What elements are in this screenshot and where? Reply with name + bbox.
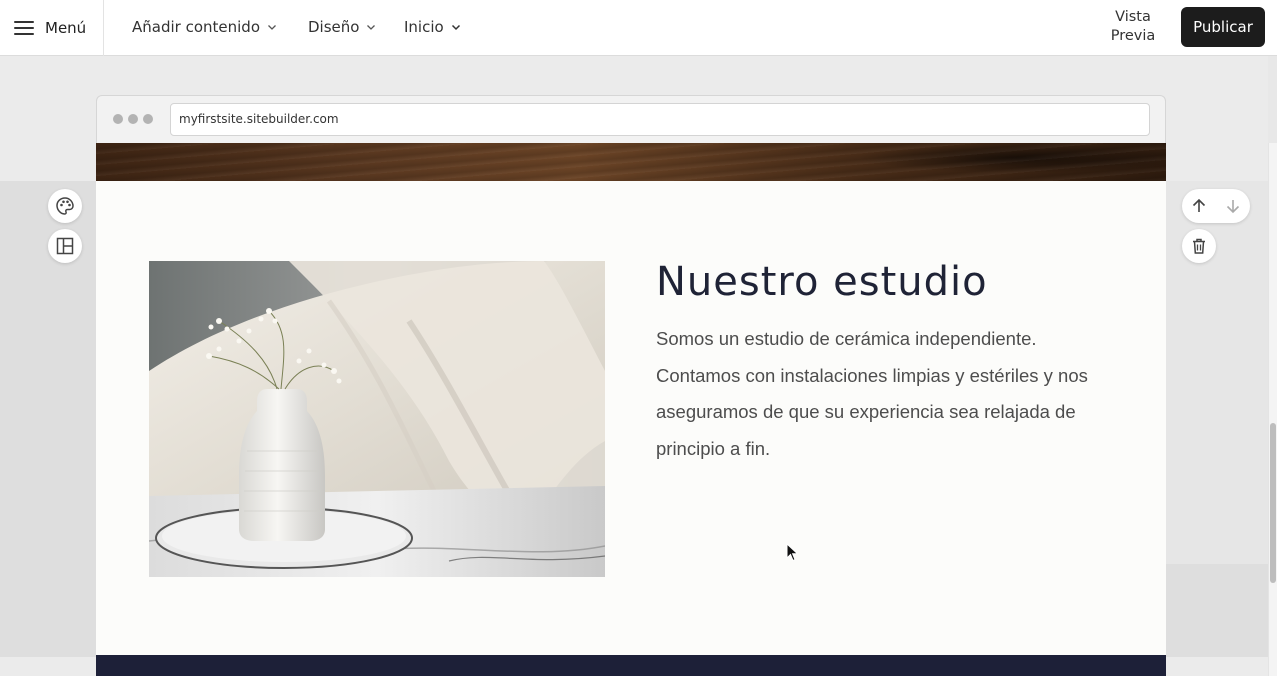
- preview-label-line2: Previa: [1110, 28, 1156, 44]
- move-down-button[interactable]: [1216, 189, 1250, 223]
- editor-toolbar: Menú Añadir contenido Diseño Inicio Vist…: [0, 0, 1277, 56]
- menu-label: Menú: [45, 18, 87, 37]
- add-content-dropdown[interactable]: Añadir contenido: [132, 18, 278, 36]
- mouse-cursor-icon: [786, 543, 799, 562]
- move-up-button[interactable]: [1182, 189, 1216, 223]
- scrollbar-thumb[interactable]: [1270, 423, 1276, 583]
- menu-button[interactable]: Menú: [0, 0, 104, 56]
- preview-button[interactable]: Vista Previa: [1098, 8, 1168, 46]
- studio-photo[interactable]: [149, 261, 605, 577]
- move-section-controls: [1182, 189, 1250, 223]
- chevron-down-icon: [367, 25, 376, 30]
- browser-frame: myfirstsite.sitebuilder.com: [96, 95, 1166, 143]
- vase-image: [149, 261, 605, 577]
- section-layout-button[interactable]: [48, 229, 82, 263]
- page-dropdown[interactable]: Inicio: [404, 18, 462, 36]
- trash-icon: [1193, 238, 1205, 254]
- page-label: Inicio: [404, 18, 444, 36]
- chevron-down-icon: [268, 25, 276, 30]
- arrow-down-icon: [1226, 200, 1240, 214]
- scrollbar-track[interactable]: [1268, 143, 1277, 676]
- section-hover-area: [1166, 181, 1268, 564]
- hamburger-icon: [14, 20, 34, 35]
- next-section-dark: [96, 655, 1166, 676]
- palette-icon: [56, 197, 74, 215]
- window-dots: [113, 114, 153, 124]
- section-style-button[interactable]: [48, 189, 82, 223]
- arrow-up-icon: [1192, 198, 1206, 212]
- publish-button[interactable]: Publicar: [1181, 7, 1265, 47]
- url-bar: myfirstsite.sitebuilder.com: [170, 103, 1150, 136]
- chevron-down-icon: [451, 24, 460, 31]
- design-label: Diseño: [308, 18, 360, 36]
- section-title[interactable]: Nuestro estudio: [656, 259, 988, 305]
- previous-section-image: [96, 143, 1166, 181]
- layout-icon: [56, 237, 74, 255]
- add-content-label: Añadir contenido: [132, 18, 260, 36]
- about-section[interactable]: Nuestro estudio Somos un estudio de cerá…: [96, 181, 1166, 655]
- design-dropdown[interactable]: Diseño: [308, 18, 377, 36]
- delete-section-button[interactable]: [1182, 229, 1216, 263]
- preview-label-line1: Vista: [1115, 9, 1151, 25]
- section-body-text[interactable]: Somos un estudio de cerámica independien…: [656, 321, 1106, 467]
